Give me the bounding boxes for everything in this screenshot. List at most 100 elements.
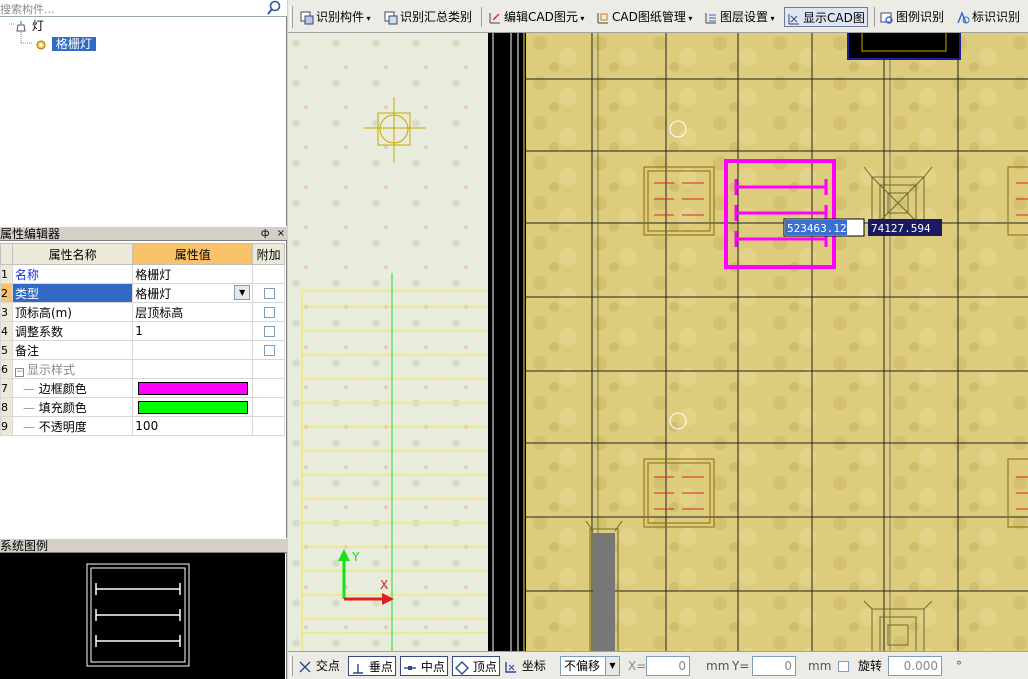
wall-section	[490, 33, 526, 651]
y-unit: mm	[808, 659, 832, 673]
row-index: 6	[0, 359, 13, 379]
toolbar-separator	[874, 7, 875, 27]
snap-mid-toggle[interactable]: 中点	[400, 656, 448, 676]
coord-x-input[interactable]: 523463.125	[787, 222, 853, 235]
component-search-bar[interactable]: 搜索构件...	[0, 0, 287, 17]
coordinate-icon	[505, 661, 516, 673]
property-value[interactable]	[132, 340, 254, 360]
edit-cad-element-button[interactable]: 编辑CAD图元 ▾	[486, 7, 586, 27]
table-row[interactable]: 8 — 填充颜色	[0, 397, 285, 417]
extra-cell[interactable]	[252, 283, 285, 303]
identify-summary-button[interactable]: 识别汇总类别	[382, 7, 474, 27]
identify-icon	[300, 11, 314, 24]
extra-cell[interactable]	[252, 321, 285, 341]
extra-checkbox[interactable]	[264, 307, 276, 318]
table-row[interactable]: 5 备注	[0, 340, 285, 360]
offset-mode-select[interactable]: 不偏移 ▼	[560, 656, 620, 676]
col-header-extra: 附加	[252, 243, 285, 265]
fill-color-swatch[interactable]	[138, 401, 249, 414]
identify-component-button[interactable]: 识别构件 ▾	[298, 7, 373, 27]
identify-summary-label: 识别汇总类别	[400, 10, 473, 24]
mark-identify-button[interactable]: 标识识别	[954, 7, 1022, 27]
row-index: 5	[0, 340, 13, 360]
axis-x-label: X	[380, 578, 388, 592]
rotate-checkbox[interactable]	[838, 661, 849, 672]
toolbar-grip[interactable]	[290, 6, 293, 28]
table-row[interactable]: 7 — 边框颜色	[0, 378, 285, 398]
property-key-text: 边框颜色	[38, 381, 87, 396]
group-display-style[interactable]: − 显示样式	[11, 359, 134, 379]
snap-coord-toggle[interactable]: 坐标	[504, 656, 546, 676]
chevron-down-icon[interactable]: ▼	[605, 657, 619, 675]
property-key-text: 填充颜色	[38, 400, 87, 415]
prop-editor-header: 属性编辑器 ф ×	[0, 226, 287, 241]
extra-cell[interactable]	[252, 340, 285, 360]
type-dropdown[interactable]: 格栅灯 ▼	[132, 283, 254, 303]
cad-manage-icon	[597, 12, 608, 23]
snap-vertex-label: 顶点	[472, 660, 497, 674]
snap-intersect-toggle[interactable]: 交点	[298, 656, 340, 676]
cad-drawing-svg: Y X 523463.125 74127.594	[288, 33, 1028, 651]
show-cad-drawing-toggle[interactable]: 显示CAD图	[784, 7, 868, 27]
fill-color-cell[interactable]	[132, 397, 254, 417]
property-value[interactable]: 1	[132, 321, 254, 341]
tree-node-lamp-label: 灯	[31, 19, 44, 33]
extra-cell	[252, 264, 285, 284]
snap-vertex-toggle[interactable]: 顶点	[452, 656, 500, 676]
extra-checkbox[interactable]	[264, 288, 276, 299]
tree-node-grille-lamp[interactable]: 格栅灯	[34, 36, 96, 52]
row-index: 9	[0, 416, 13, 436]
pin-icon[interactable]: ф	[261, 228, 270, 239]
cad-drawing-manage-button[interactable]: CAD图纸管理 ▾	[594, 7, 694, 27]
layers-icon	[705, 12, 716, 23]
search-icon[interactable]	[265, 0, 283, 16]
col-header-name: 属性名称	[11, 243, 134, 265]
row-index: 3	[0, 302, 13, 322]
property-table: 属性名称 属性值 附加 1 名称 格栅灯 2 类型 格栅灯 ▼ 3 顶标高(m) …	[0, 243, 285, 436]
table-row[interactable]: 9 — 不透明度 100	[0, 416, 285, 436]
toolbar-separator	[481, 7, 482, 27]
table-row[interactable]: 1 名称 格栅灯	[0, 264, 285, 284]
legend-identify-button[interactable]: 图例识别	[878, 7, 946, 27]
identify-component-label: 识别构件	[316, 10, 365, 24]
gear-icon	[36, 40, 46, 49]
table-row[interactable]: 6 − 显示样式	[0, 359, 285, 379]
property-key: 调整系数	[11, 321, 134, 341]
extra-checkbox[interactable]	[264, 345, 276, 356]
table-row[interactable]: 4 调整系数 1	[0, 321, 285, 341]
edit-cad-element-label: 编辑CAD图元	[504, 10, 578, 24]
border-color-cell[interactable]	[132, 378, 254, 398]
row-index: 8	[0, 397, 13, 417]
tree-node-lamp[interactable]: 灯	[14, 18, 44, 34]
layer-settings-button[interactable]: 图层设置 ▾	[702, 7, 777, 27]
property-key: — 填充颜色	[11, 397, 134, 417]
table-row[interactable]: 2 类型 格栅灯 ▼	[0, 283, 285, 303]
property-key: — 不透明度	[11, 416, 134, 436]
legend-header: 系统图例	[0, 538, 287, 553]
extra-cell[interactable]	[252, 302, 285, 322]
snap-perp-toggle[interactable]: 垂点	[348, 656, 396, 676]
collapse-icon[interactable]: −	[14, 367, 24, 377]
property-value[interactable]: 格栅灯	[132, 264, 254, 284]
x-input[interactable]: 0	[646, 656, 690, 676]
statusbar-grip[interactable]	[290, 656, 293, 676]
y-input[interactable]: 0	[752, 656, 796, 676]
border-color-swatch[interactable]	[138, 382, 249, 395]
property-value[interactable]: 100	[132, 416, 254, 436]
snap-perp-label: 垂点	[368, 660, 393, 674]
extra-cell	[252, 416, 285, 436]
cad-drawing-canvas[interactable]: Y X 523463.125 74127.594	[288, 33, 1028, 651]
legend-identify-label: 图例识别	[896, 10, 945, 24]
snap-statusbar: 交点 垂点 中点 顶点 坐标 不偏移 ▼ X= 0 mm Y= 0 mm 旋转 …	[288, 651, 1028, 679]
close-icon[interactable]: ×	[277, 228, 285, 239]
legend-title: 系统图例	[0, 539, 49, 553]
extra-checkbox[interactable]	[264, 326, 276, 337]
cad-drawing-manage-label: CAD图纸管理	[612, 10, 686, 24]
chevron-down-icon[interactable]: ▼	[234, 284, 251, 300]
rotate-input[interactable]: 0.000	[888, 656, 942, 676]
table-row[interactable]: 3 顶标高(m) 层顶标高	[0, 302, 285, 322]
property-value[interactable]: 层顶标高	[132, 302, 254, 322]
perpendicular-icon	[353, 663, 363, 674]
search-input[interactable]: 搜索构件...	[0, 1, 55, 17]
coord-y-input[interactable]: 74127.594	[871, 222, 931, 235]
